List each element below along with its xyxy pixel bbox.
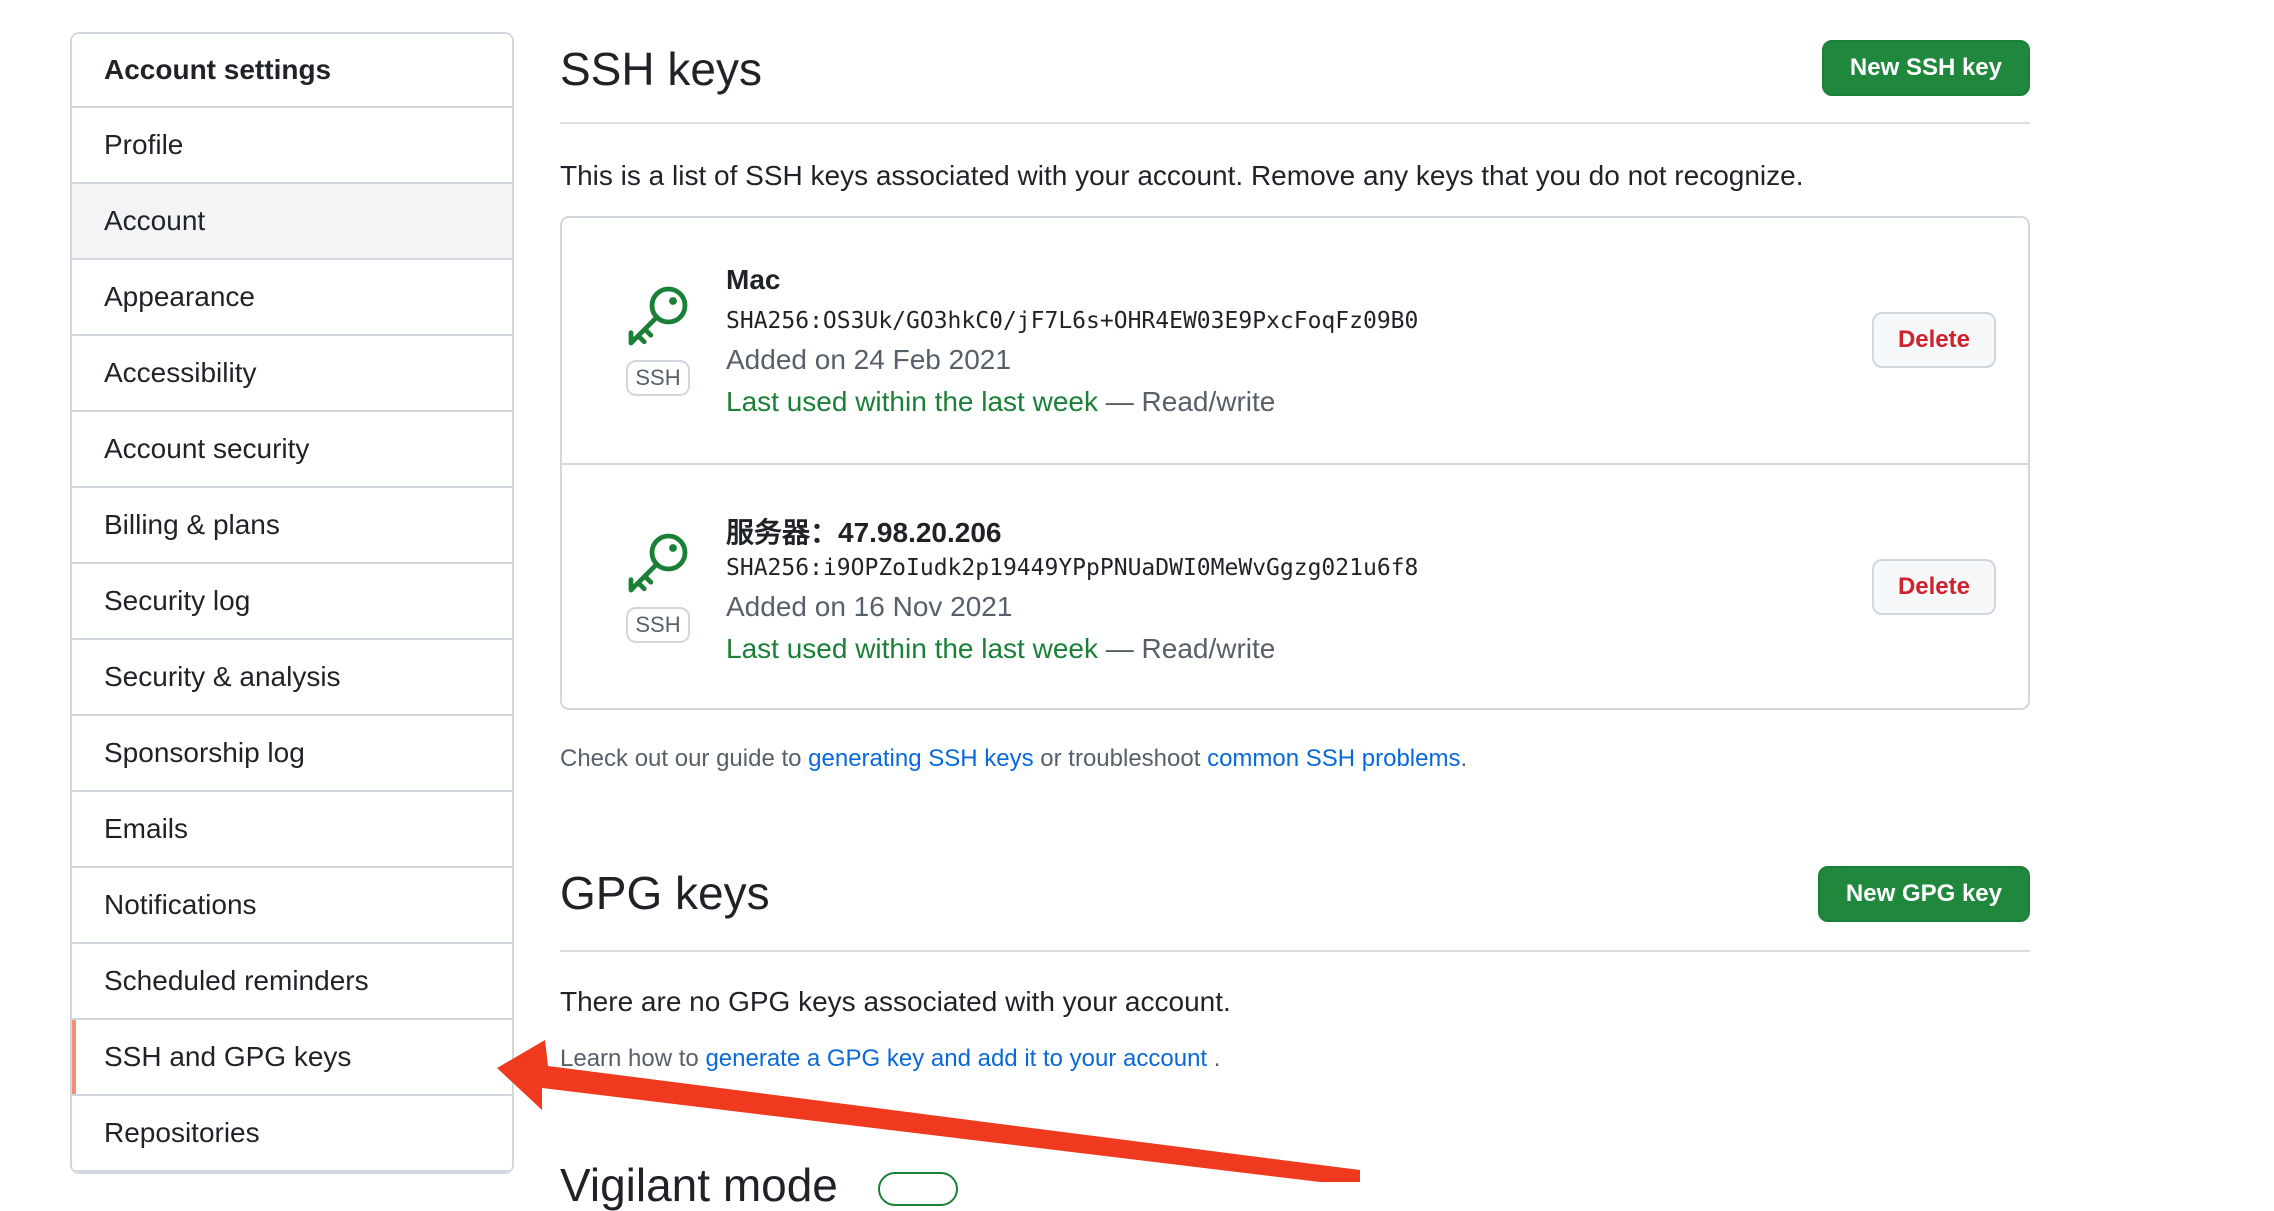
- common-ssh-problems-link[interactable]: common SSH problems: [1207, 745, 1460, 772]
- ssh-key-usage: Last used within the last week — Read/wr…: [726, 386, 1275, 418]
- vigilant-mode-title: Vigilant mode: [560, 1159, 838, 1211]
- gpg-learn-text: Learn how to generate a GPG key and add …: [560, 1045, 1220, 1073]
- learn-suffix: .: [1207, 1045, 1221, 1072]
- sidebar-item-billing-plans[interactable]: Billing & plans: [72, 488, 512, 564]
- ssh-key-last-used: Last used within the last week: [726, 633, 1098, 664]
- sidebar-item-notifications[interactable]: Notifications: [72, 868, 512, 944]
- ssh-badge: SSH: [626, 607, 690, 643]
- sidebar-header: Account settings: [72, 34, 512, 108]
- sidebar-item-appearance[interactable]: Appearance: [72, 260, 512, 336]
- ssh-key-fingerprint: SHA256:i9OPZoIudk2p19449YPpPNUaDWI0MeWvG…: [726, 555, 1419, 581]
- settings-sidebar: Account settings Profile Account Appeara…: [70, 32, 514, 1174]
- ssh-key-access: — Read/write: [1097, 633, 1276, 664]
- ssh-key-access: — Read/write: [1097, 386, 1276, 417]
- ssh-key-fingerprint: SHA256:OS3Uk/GO3hkC0/jF7L6s+OHR4EW03E9Px…: [726, 308, 1419, 334]
- delete-ssh-key-button[interactable]: Delete: [1871, 312, 1996, 368]
- generating-ssh-keys-link[interactable]: generating SSH keys: [808, 745, 1033, 772]
- new-gpg-key-button[interactable]: New GPG key: [1817, 866, 2030, 922]
- gpg-empty-text: There are no GPG keys associated with yo…: [560, 986, 1231, 1017]
- ssh-keys-title: SSH keys: [560, 43, 762, 95]
- ssh-key-row: SSH Mac SHA256:OS3Uk/GO3hkC0/jF7L6s+OHR4…: [562, 218, 2028, 463]
- ssh-badge: SSH: [626, 360, 690, 396]
- new-ssh-key-button[interactable]: New SSH key: [1821, 40, 2030, 96]
- ssh-key-added-date: Added on 24 Feb 2021: [726, 344, 1011, 375]
- sidebar-item-sponsorship-log[interactable]: Sponsorship log: [72, 716, 512, 792]
- guide-prefix: Check out our guide to: [560, 745, 809, 772]
- delete-ssh-key-button[interactable]: Delete: [1871, 559, 1996, 615]
- ssh-section-header: SSH keys New SSH key: [560, 38, 2030, 124]
- ssh-intro-text: This is a list of SSH keys associated wi…: [560, 160, 1804, 191]
- sidebar-item-account[interactable]: Account: [72, 184, 512, 260]
- ssh-key-title: Mac: [726, 264, 781, 295]
- sidebar-item-ssh-gpg-keys[interactable]: SSH and GPG keys: [72, 1020, 512, 1096]
- sidebar-item-accessibility[interactable]: Accessibility: [72, 336, 512, 412]
- sidebar-item-profile[interactable]: Profile: [72, 108, 512, 184]
- ssh-key-last-used: Last used within the last week: [726, 386, 1098, 417]
- ssh-key-added-date: Added on 16 Nov 2021: [726, 591, 1013, 622]
- guide-middle: or troubleshoot: [1033, 745, 1208, 772]
- gpg-keys-title: GPG keys: [560, 867, 770, 919]
- key-icon: [628, 286, 688, 346]
- ssh-key-usage: Last used within the last week — Read/wr…: [726, 633, 1275, 665]
- learn-prefix: Learn how to: [560, 1045, 706, 1072]
- sidebar-item-security-analysis[interactable]: Security & analysis: [72, 640, 512, 716]
- sidebar-item-account-security[interactable]: Account security: [72, 412, 512, 488]
- sidebar-item-repositories[interactable]: Repositories: [72, 1096, 512, 1172]
- ssh-key-title: 服务器：47.98.20.206: [726, 517, 1002, 548]
- sidebar-item-security-log[interactable]: Security log: [72, 564, 512, 640]
- ssh-guide-text: Check out our guide to generating SSH ke…: [560, 745, 1467, 773]
- sidebar-item-emails[interactable]: Emails: [72, 792, 512, 868]
- ssh-key-list: SSH Mac SHA256:OS3Uk/GO3hkC0/jF7L6s+OHR4…: [560, 216, 2030, 710]
- guide-suffix: .: [1460, 745, 1468, 772]
- key-icon: [628, 533, 688, 593]
- beta-badge: [878, 1172, 958, 1206]
- ssh-key-row: SSH 服务器：47.98.20.206 SHA256:i9OPZoIudk2p…: [562, 463, 2028, 710]
- sidebar-item-scheduled-reminders[interactable]: Scheduled reminders: [72, 944, 512, 1020]
- generate-gpg-key-link[interactable]: generate a GPG key and add it to your ac…: [705, 1045, 1207, 1072]
- gpg-section-header: GPG keys New GPG key: [560, 866, 2030, 952]
